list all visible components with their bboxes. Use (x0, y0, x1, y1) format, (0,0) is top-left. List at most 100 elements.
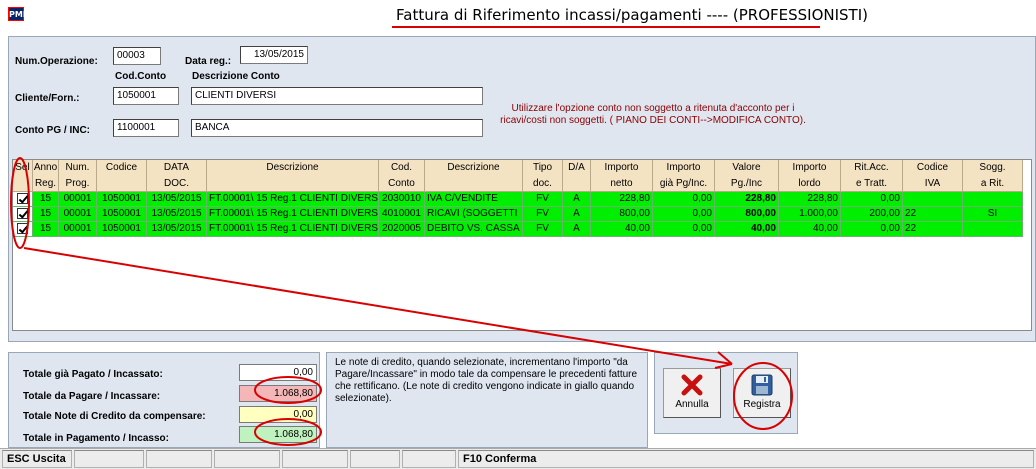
grid-header-4[interactable]: DATA DOC. (147, 160, 207, 192)
actions-panel: Annulla Registra (654, 352, 798, 434)
grid-header-12[interactable]: Valore Pg./Inc (715, 160, 779, 192)
grid-header-line1: Rit.Acc. (854, 162, 889, 173)
grid-cell: 00001 (59, 207, 97, 222)
grid-header-line1: Cod. (390, 162, 413, 173)
grid-header-line1: DATA (163, 162, 190, 173)
grid-cell (963, 222, 1023, 237)
descrizione-conto-header: Descrizione Conto (192, 71, 280, 82)
grid-cell: 00001 (59, 192, 97, 207)
grid-cell: FT.00001\ 15 Reg.1 CLIENTI DIVERSI (207, 192, 379, 207)
grid-header-line2: lordo (798, 178, 821, 189)
num-operazione-field[interactable]: 00003 (113, 47, 161, 65)
conto-code-field[interactable]: 1100001 (113, 119, 179, 137)
grid-header-1[interactable]: Anno Reg. (33, 160, 59, 192)
grid-header-6[interactable]: Cod. Conto (379, 160, 425, 192)
grid-cell: 13/05/2015 (147, 192, 207, 207)
row-select-checkbox[interactable] (13, 192, 33, 207)
grid-header-15[interactable]: Codice IVA (903, 160, 963, 192)
grid-cell: 4010001 (379, 207, 425, 222)
grid-header-5[interactable]: Descrizione (207, 160, 379, 192)
checkbox-checked-icon (17, 208, 28, 219)
grid-header-14[interactable]: Rit.Acc. e Tratt. (841, 160, 903, 192)
grid-cell: 1050001 (97, 222, 147, 237)
info-panel: Le note di credito, quando selezionate, … (326, 352, 648, 448)
grid-cell: 0,00 (653, 207, 715, 222)
row-select-checkbox[interactable] (13, 207, 33, 222)
grid-cell: FV (523, 207, 563, 222)
grid-cell (903, 192, 963, 207)
checkbox-checked-icon (17, 193, 28, 204)
registra-button[interactable]: Registra (733, 368, 791, 418)
grid-cell: 40,00 (715, 222, 779, 237)
grid-header-7[interactable]: Descrizione (425, 160, 523, 192)
conto-desc-field[interactable]: BANCA (191, 119, 483, 137)
grid-header-line2: IVA (924, 178, 941, 189)
grid-header-line2: Reg. (34, 178, 57, 189)
grid-cell: A (563, 192, 591, 207)
totale-in-pagamento-value: 1.068,80 (239, 426, 317, 443)
grid-header-line2: netto (610, 178, 633, 189)
grid-header-line1: Importo (604, 162, 639, 173)
movements-grid[interactable]: Sel Anno Reg. Num. Prog. Codice DATA DOC. Descri… (12, 159, 1032, 331)
document-panel: Num.Operazione: 00003 Data reg.: 13/05/2… (8, 36, 1036, 342)
grid-cell: 22 (903, 207, 963, 222)
status-f10[interactable]: F10 Conferma (458, 450, 1034, 468)
grid-header-line2: a Rit. (980, 178, 1005, 189)
app-logo-icon: PMI (8, 7, 26, 21)
table-row[interactable]: 15 00001 1050001 13/05/2015 FT.00001\ 15 Reg… (13, 207, 1023, 222)
annulla-button[interactable]: Annulla (663, 368, 721, 418)
status-seg-2 (74, 450, 144, 468)
annulla-label: Annulla (675, 399, 709, 410)
grid-header-0[interactable]: Sel (13, 160, 33, 192)
grid-cell: A (563, 222, 591, 237)
status-esc[interactable]: ESC Uscita (2, 450, 72, 468)
title-underline (392, 26, 820, 28)
cancel-x-icon (681, 374, 703, 396)
grid-cell: 15 (33, 222, 59, 237)
grid-cell: 2020005 (379, 222, 425, 237)
totale-note-credito-value: 0,00 (239, 406, 317, 423)
table-row[interactable]: 15 00001 1050001 13/05/2015 FT.00001\ 15 Reg… (13, 192, 1023, 207)
conto-label: Conto PG / INC: (15, 125, 90, 136)
grid-cell: 228,80 (779, 192, 841, 207)
grid-cell: FT.00001\ 15 Reg.1 CLIENTI DIVERSI (207, 207, 379, 222)
table-row[interactable]: 15 00001 1050001 13/05/2015 FT.00001\ 15 Reg… (13, 222, 1023, 237)
grid-header-16[interactable]: Sogg. a Rit. (963, 160, 1023, 192)
grid-cell: 40,00 (779, 222, 841, 237)
grid-cell (963, 192, 1023, 207)
data-reg-label: Data reg.: (185, 56, 232, 67)
grid-cell: 1050001 (97, 207, 147, 222)
grid-header-3[interactable]: Codice (97, 160, 147, 192)
grid-header-9[interactable]: D/A (563, 160, 591, 192)
title-bar: PMI Fattura di Riferimento incassi/pagam… (0, 0, 1036, 30)
cliente-code-field[interactable]: 1050001 (113, 87, 179, 105)
status-seg-3 (146, 450, 212, 468)
grid-header-line1: Tipo (532, 162, 553, 173)
grid-cell: 0,00 (841, 192, 903, 207)
grid-cell: RICAVI (SOGGETTI (425, 207, 523, 222)
grid-cell: 228,80 (715, 192, 779, 207)
totale-pagato-label: Totale già Pagato / Incassato: (23, 369, 163, 380)
grid-header-11[interactable]: Importo già Pg/Inc. (653, 160, 715, 192)
cliente-desc-field[interactable]: CLIENTI DIVERSI (191, 87, 483, 105)
checkbox-checked-icon (17, 223, 28, 234)
grid-header-line1: Descrizione (266, 162, 319, 173)
grid-header-line2: DOC. (164, 178, 189, 189)
grid-header-line2: doc. (533, 178, 552, 189)
grid-header-10[interactable]: Importo netto (591, 160, 653, 192)
grid-header-line1: Descrizione (447, 162, 500, 173)
grid-header-8[interactable]: Tipo doc. (523, 160, 563, 192)
grid-header-2[interactable]: Num. Prog. (59, 160, 97, 192)
grid-header-line2: Prog. (65, 178, 90, 189)
grid-cell: 00001 (59, 222, 97, 237)
grid-header-13[interactable]: Importo lordo (779, 160, 841, 192)
grid-cell: IVA C/VENDITE (425, 192, 523, 207)
grid-cell: 1050001 (97, 192, 147, 207)
status-seg-7 (402, 450, 456, 468)
status-seg-5 (282, 450, 348, 468)
data-reg-field[interactable]: 13/05/2015 (240, 46, 308, 64)
row-select-checkbox[interactable] (13, 222, 33, 237)
totale-note-credito-label: Totale Note di Credito da compensare: (23, 411, 206, 422)
totale-in-pagamento-label: Totale in Pagamento / Incasso: (23, 433, 169, 444)
grid-cell: 228,80 (591, 192, 653, 207)
